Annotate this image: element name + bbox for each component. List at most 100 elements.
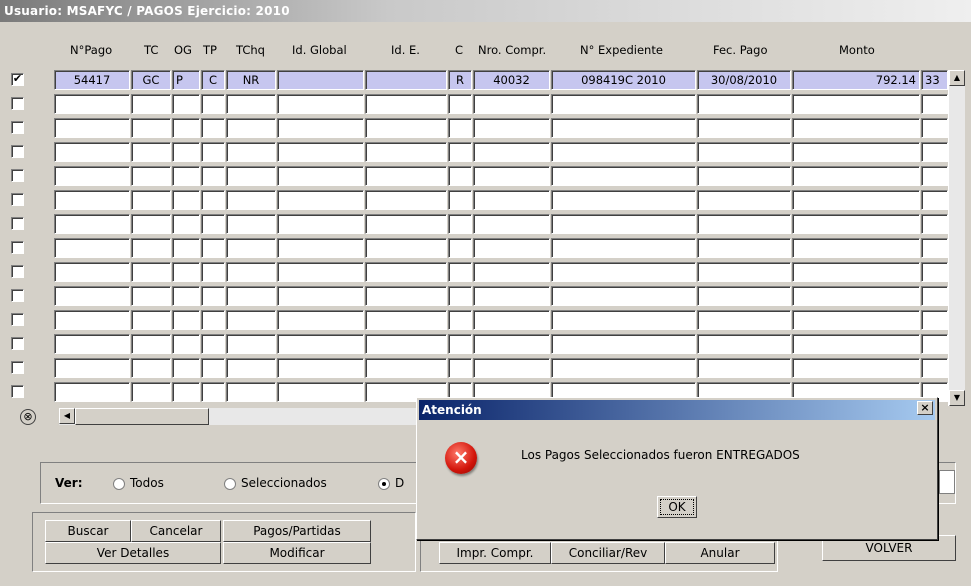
cell-tchq[interactable] — [226, 118, 276, 138]
cell-tchq[interactable] — [226, 358, 276, 378]
cell-monto[interactable] — [792, 262, 920, 282]
cell-npago[interactable] — [54, 358, 130, 378]
cell-extra[interactable] — [921, 94, 948, 114]
cell-idglobal[interactable] — [277, 238, 364, 258]
cell-fecpago[interactable] — [697, 238, 791, 258]
cell-nrocompr[interactable] — [473, 262, 550, 282]
cell-tc[interactable]: GC — [131, 70, 171, 90]
cell-ide[interactable] — [365, 118, 447, 138]
cell-extra[interactable] — [921, 238, 948, 258]
cell-ide[interactable] — [365, 358, 447, 378]
cell-fecpago[interactable]: 30/08/2010 — [697, 70, 791, 90]
cell-tc[interactable] — [131, 262, 171, 282]
row-checkbox[interactable] — [11, 97, 24, 110]
cell-monto[interactable] — [792, 286, 920, 306]
cell-ide[interactable] — [365, 310, 447, 330]
row-checkbox[interactable] — [11, 289, 24, 302]
cell-tchq[interactable]: NR — [226, 70, 276, 90]
cell-tchq[interactable] — [226, 94, 276, 114]
cancelar-button[interactable]: Cancelar — [131, 520, 221, 542]
vertical-scrollbar[interactable]: ▲ ▼ — [948, 70, 965, 406]
cell-c[interactable] — [448, 286, 472, 306]
cell-tc[interactable] — [131, 286, 171, 306]
cell-c[interactable] — [448, 142, 472, 162]
cell-tchq[interactable] — [226, 310, 276, 330]
row-checkbox[interactable] — [11, 337, 24, 350]
cell-idglobal[interactable] — [277, 310, 364, 330]
cell-nrocompr[interactable] — [473, 358, 550, 378]
cell-fecpago[interactable] — [697, 118, 791, 138]
cell-nrocompr[interactable] — [473, 310, 550, 330]
cell-tp[interactable]: C — [201, 70, 225, 90]
cell-nexpediente[interactable] — [551, 310, 696, 330]
cell-fecpago[interactable] — [697, 94, 791, 114]
cell-nrocompr[interactable] — [473, 286, 550, 306]
cell-tc[interactable] — [131, 310, 171, 330]
cell-fecpago[interactable] — [697, 358, 791, 378]
scroll-up-button[interactable]: ▲ — [949, 70, 965, 86]
cell-ide[interactable] — [365, 334, 447, 354]
cell-monto[interactable] — [792, 190, 920, 210]
cell-nrocompr[interactable] — [473, 118, 550, 138]
cell-ide[interactable] — [365, 70, 447, 90]
table-row[interactable] — [0, 358, 948, 380]
row-checkbox[interactable]: ✔ — [11, 73, 24, 86]
cell-c[interactable] — [448, 238, 472, 258]
cell-monto[interactable]: 792.14 — [792, 70, 920, 90]
cell-tc[interactable] — [131, 238, 171, 258]
table-row[interactable] — [0, 310, 948, 332]
cell-npago[interactable] — [54, 118, 130, 138]
cell-nexpediente[interactable] — [551, 142, 696, 162]
cell-nrocompr[interactable] — [473, 238, 550, 258]
cell-nrocompr[interactable]: 40032 — [473, 70, 550, 90]
cell-tc[interactable] — [131, 190, 171, 210]
table-row[interactable]: ✔ 54417 GC P C NR R 40032 098419C 2010 30/08/2010… — [0, 70, 948, 92]
cell-tchq[interactable] — [226, 142, 276, 162]
cell-idglobal[interactable] — [277, 358, 364, 378]
cell-fecpago[interactable] — [697, 286, 791, 306]
cell-ide[interactable] — [365, 286, 447, 306]
cell-monto[interactable] — [792, 94, 920, 114]
cell-extra[interactable] — [921, 334, 948, 354]
table-row[interactable] — [0, 94, 948, 116]
cell-nrocompr[interactable] — [473, 166, 550, 186]
cell-nexpediente[interactable] — [551, 286, 696, 306]
cell-og[interactable] — [172, 190, 200, 210]
row-checkbox[interactable] — [11, 217, 24, 230]
cell-og[interactable] — [172, 118, 200, 138]
radio-seleccionados[interactable] — [224, 478, 236, 490]
cell-c[interactable] — [448, 118, 472, 138]
cell-extra[interactable] — [921, 166, 948, 186]
cell-npago[interactable] — [54, 310, 130, 330]
cell-tp[interactable] — [201, 118, 225, 138]
cell-monto[interactable] — [792, 334, 920, 354]
cell-monto[interactable] — [792, 118, 920, 138]
conciliar-button[interactable]: Conciliar/Rev — [551, 542, 665, 564]
cell-ide[interactable] — [365, 166, 447, 186]
cell-og[interactable] — [172, 238, 200, 258]
radio-d[interactable] — [378, 478, 390, 490]
table-row[interactable] — [0, 166, 948, 188]
cell-idglobal[interactable] — [277, 214, 364, 234]
cell-tp[interactable] — [201, 142, 225, 162]
cell-fecpago[interactable] — [697, 310, 791, 330]
cell-monto[interactable] — [792, 142, 920, 162]
cell-tc[interactable] — [131, 382, 171, 402]
cell-extra[interactable] — [921, 214, 948, 234]
cell-extra[interactable]: 33 — [921, 70, 948, 90]
row-checkbox[interactable] — [11, 121, 24, 134]
cell-nexpediente[interactable] — [551, 166, 696, 186]
row-checkbox[interactable] — [11, 169, 24, 182]
row-checkbox[interactable] — [11, 361, 24, 374]
cell-og[interactable] — [172, 94, 200, 114]
ok-button[interactable]: OK — [657, 496, 697, 518]
table-row[interactable] — [0, 142, 948, 164]
cell-og[interactable] — [172, 214, 200, 234]
cell-nexpediente[interactable] — [551, 358, 696, 378]
cell-ide[interactable] — [365, 142, 447, 162]
row-checkbox[interactable] — [11, 241, 24, 254]
cell-npago[interactable] — [54, 382, 130, 402]
row-checkbox[interactable] — [11, 265, 24, 278]
cell-c[interactable] — [448, 94, 472, 114]
cell-idglobal[interactable] — [277, 94, 364, 114]
